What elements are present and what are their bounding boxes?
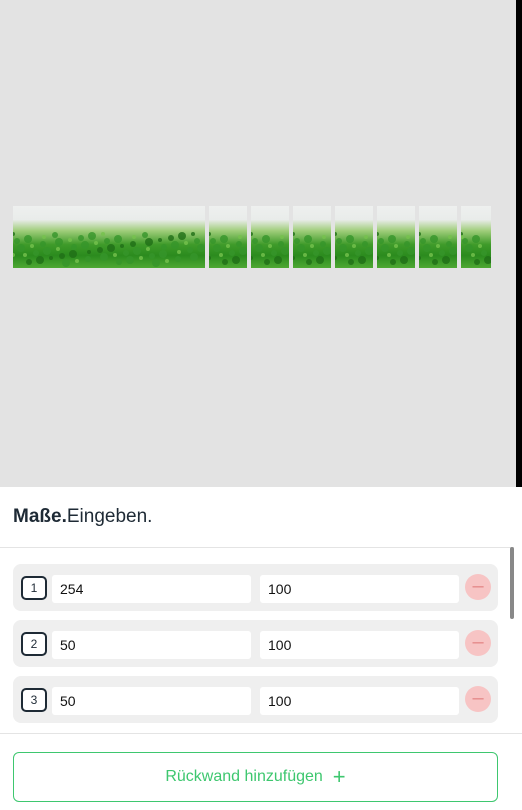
scrollbar[interactable] [510, 547, 514, 619]
title-regular: Eingeben. [66, 506, 153, 527]
dimension-row: 3 50 100 – [13, 676, 498, 723]
plus-icon: + [332, 764, 346, 789]
backsplash-panel [251, 206, 289, 268]
minus-icon: – [472, 687, 484, 709]
add-button-label: Rückwand hinzufügen [165, 768, 323, 785]
backsplash-panel [461, 206, 491, 268]
remove-row-button[interactable]: – [465, 686, 491, 712]
add-backsplash-button[interactable]: Rückwand hinzufügen + [13, 752, 498, 802]
right-edge [516, 0, 522, 487]
backsplash-panel [209, 206, 247, 268]
dimension-row: 1 254 100 – [13, 564, 498, 611]
bottom-bar: Rückwand hinzufügen + [0, 733, 522, 810]
width-input[interactable]: 50 [52, 631, 251, 659]
dimension-row: 2 50 100 – [13, 620, 498, 667]
remove-row-button[interactable]: – [465, 574, 491, 600]
backsplash-panel [335, 206, 373, 268]
row-index-badge: 2 [21, 632, 47, 656]
page-title: Maße. Eingeben. [13, 487, 152, 547]
minus-icon: – [472, 575, 484, 597]
width-input[interactable]: 50 [52, 687, 251, 715]
height-input[interactable]: 100 [260, 575, 459, 603]
row-index-badge: 3 [21, 688, 47, 712]
title-bold: Maße. [13, 506, 67, 527]
height-input[interactable]: 100 [260, 687, 459, 715]
height-input[interactable]: 100 [260, 631, 459, 659]
dimensions-panel: Maße. Eingeben. 1 254 100 – 2 50 100 – 3… [0, 487, 522, 810]
backsplash-panel [293, 206, 331, 268]
preview-area [0, 0, 522, 487]
divider [0, 547, 514, 548]
minus-icon: – [472, 631, 484, 653]
backsplash-panel [419, 206, 457, 268]
width-input[interactable]: 254 [52, 575, 251, 603]
row-index-badge: 1 [21, 576, 47, 600]
backsplash-panel [377, 206, 415, 268]
backsplash-panel [13, 206, 205, 268]
remove-row-button[interactable]: – [465, 630, 491, 656]
